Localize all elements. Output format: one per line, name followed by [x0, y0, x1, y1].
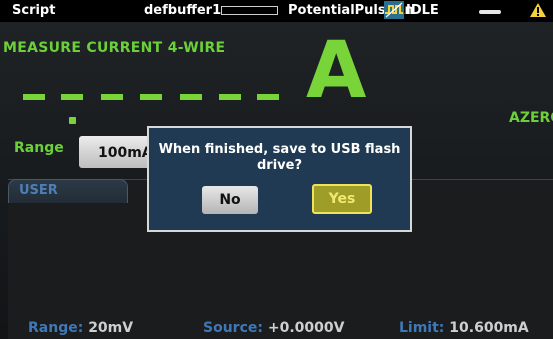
reading-digit-placeholder	[219, 94, 241, 100]
status-activity-bar	[479, 10, 501, 14]
buffer-name[interactable]: defbuffer1	[144, 3, 221, 18]
tab-user-label: USER	[19, 183, 58, 198]
dialog-message-line1: When finished, save to USB flash	[158, 142, 401, 157]
footer-limit: Limit: 10.600mA	[399, 320, 529, 336]
buffer-fill-indicator	[221, 6, 278, 15]
reading-digit-placeholder	[140, 94, 162, 100]
footer-limit-value: 10.600mA	[449, 320, 529, 336]
script-menu-label[interactable]: Script	[12, 3, 55, 18]
reading-digit-placeholder	[23, 94, 45, 100]
save-usb-dialog: When finished, save to USB flash drive? …	[147, 126, 412, 232]
no-button[interactable]: No	[202, 186, 258, 214]
footer-range-value: 20mV	[88, 320, 134, 336]
footer-source: Source: +0.0000V	[203, 320, 344, 336]
top-status-bar: Script defbuffer1 PotentialPulseAn IDLE	[0, 0, 553, 22]
footer-range-label: Range:	[28, 320, 84, 336]
footer-source-label: Source:	[203, 320, 263, 336]
warning-triangle-icon[interactable]	[530, 3, 546, 17]
reading-digit-placeholder	[101, 94, 123, 100]
yes-button[interactable]: Yes	[312, 184, 372, 214]
dialog-message-line2: drive?	[256, 158, 302, 173]
reading-digit-placeholder	[180, 94, 202, 100]
dialog-message: When finished, save to USB flash drive?	[149, 142, 410, 174]
range-label: Range	[14, 140, 64, 156]
reading-digit-placeholder	[257, 94, 279, 100]
measure-mode-title: MEASURE CURRENT 4-WIRE	[3, 40, 226, 56]
autozero-indicator[interactable]: AZERO	[509, 110, 553, 126]
reading-unit: A	[306, 26, 367, 116]
pulse-wave-icon	[384, 1, 404, 19]
tab-user[interactable]: USER	[8, 179, 128, 203]
reading-decimal-point	[69, 117, 76, 124]
footer-range: Range: 20mV	[28, 320, 133, 336]
reading-digit-placeholder	[61, 94, 83, 100]
footer-source-value: +0.0000V	[267, 320, 345, 336]
footer-limit-label: Limit:	[399, 320, 445, 336]
run-state: IDLE	[406, 3, 439, 18]
